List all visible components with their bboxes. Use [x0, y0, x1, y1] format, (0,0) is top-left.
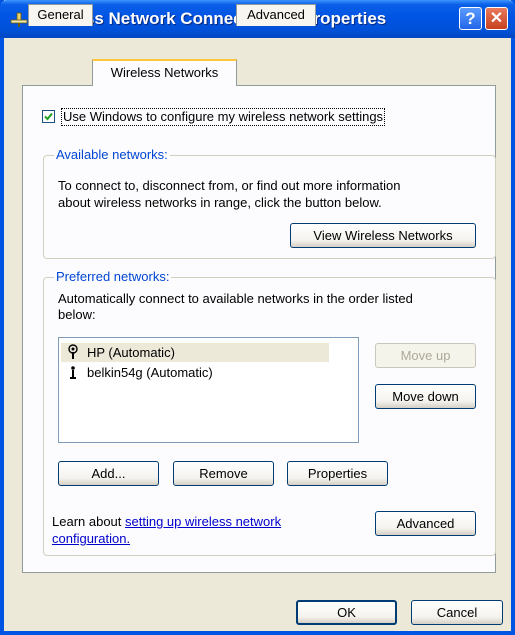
help-icon: ?	[465, 9, 476, 28]
available-networks-text-1: To connect to, disconnect from, or find …	[58, 178, 401, 193]
available-networks-legend: Available networks:	[54, 147, 170, 162]
tab-general[interactable]: General	[28, 4, 93, 26]
button-label: Move up	[400, 348, 451, 363]
learn-about-text-2: configuration.	[52, 530, 130, 547]
learn-prefix: Learn about	[52, 514, 126, 529]
view-wireless-networks-button[interactable]: View Wireless Networks	[290, 223, 476, 248]
preferred-networks-legend: Preferred networks:	[54, 269, 172, 284]
checkmark-icon	[44, 112, 53, 121]
learn-about-text: Learn about setting up wireless network	[52, 513, 281, 530]
button-label: OK	[337, 605, 356, 620]
close-icon: ✕	[489, 10, 504, 27]
button-label: Move down	[392, 389, 459, 404]
wireless-antenna-icon	[70, 366, 76, 379]
configuration-link[interactable]: configuration.	[52, 531, 130, 546]
preferred-networks-text-2: below:	[58, 307, 96, 322]
button-label: View Wireless Networks	[313, 228, 453, 243]
remove-button[interactable]: Remove	[173, 461, 274, 486]
ok-button[interactable]: OK	[296, 600, 397, 625]
button-label: Properties	[307, 466, 368, 481]
network-item-belkin54g[interactable]: belkin54g (Automatic)	[61, 363, 329, 382]
tab-label: General	[37, 7, 84, 22]
tab-wireless-networks[interactable]: Wireless Networks	[92, 59, 237, 86]
tab-label: Advanced	[247, 7, 305, 22]
preferred-networks-text-1: Automatically connect to available netwo…	[58, 291, 413, 306]
network-label: HP (Automatic)	[87, 345, 175, 360]
button-label: Advanced	[396, 516, 455, 531]
button-label: Cancel	[436, 605, 478, 620]
tab-label: Wireless Networks	[110, 65, 219, 80]
network-label: belkin54g (Automatic)	[87, 365, 213, 380]
cancel-button[interactable]: Cancel	[411, 600, 503, 625]
close-button[interactable]: ✕	[485, 7, 508, 30]
advanced-button[interactable]: Advanced	[375, 511, 476, 536]
properties-button[interactable]: Properties	[287, 461, 388, 486]
tab-advanced[interactable]: Advanced	[236, 4, 316, 26]
setting-up-wireless-link[interactable]: setting up wireless network	[125, 514, 281, 529]
help-button[interactable]: ?	[459, 7, 482, 30]
button-label: Remove	[199, 466, 248, 481]
use-windows-checkbox[interactable]	[42, 110, 55, 123]
available-networks-text-2: about wireless networks in range, click …	[58, 195, 382, 210]
network-connection-icon	[10, 12, 28, 27]
add-button[interactable]: Add...	[58, 461, 159, 486]
preferred-networks-list[interactable]: HP (Automatic) belkin54g (Automatic)	[58, 337, 359, 443]
move-up-button[interactable]: Move up	[375, 343, 476, 368]
network-item-hp[interactable]: HP (Automatic)	[61, 343, 329, 362]
button-label: Add...	[91, 466, 126, 481]
move-down-button[interactable]: Move down	[375, 384, 476, 409]
use-windows-label: Use Windows to configure my wireless net…	[61, 108, 386, 126]
wireless-antenna-icon	[68, 344, 78, 359]
